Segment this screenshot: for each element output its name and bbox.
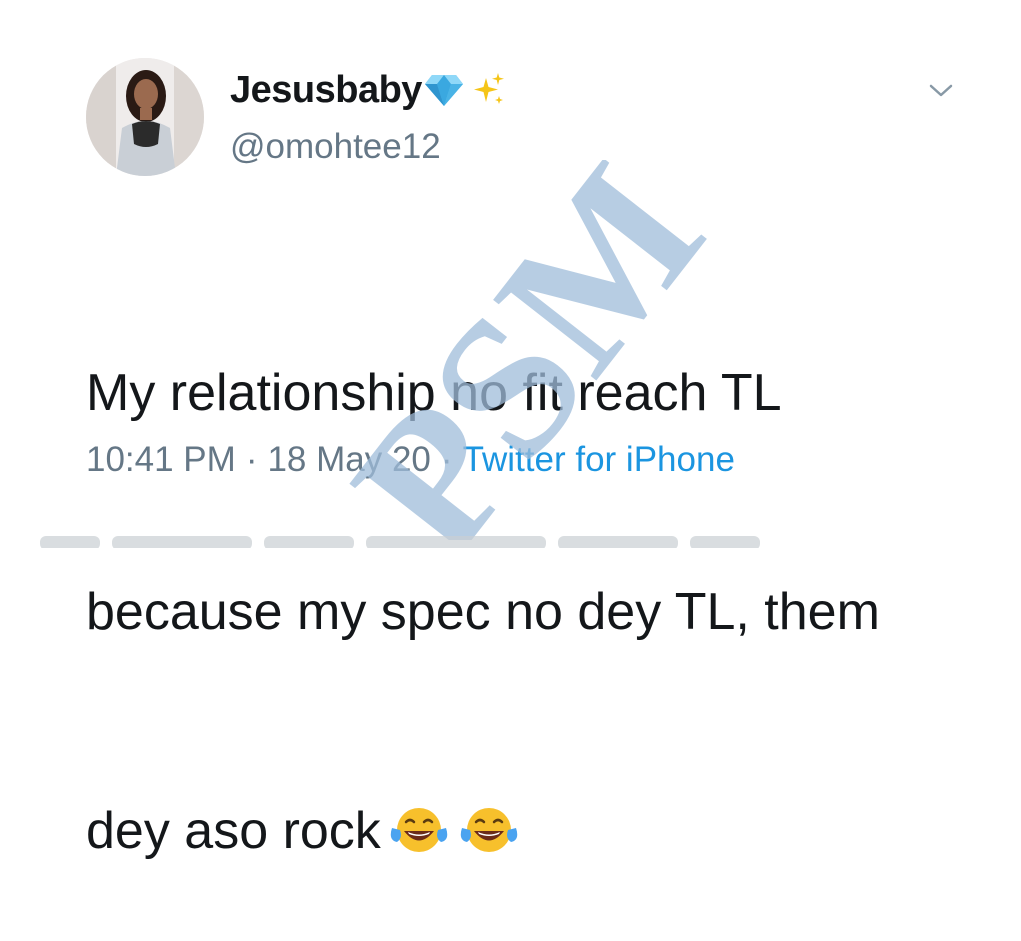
- tweet-meta: 10:41 PM · 18 May 20 · Twitter for iPhon…: [86, 440, 735, 480]
- tweet-text-line: dey aso rock: [86, 795, 986, 868]
- face-with-tears-of-joy-icon: [459, 803, 519, 855]
- meta-separator: ·: [440, 440, 453, 479]
- display-name[interactable]: Jesusbaby: [230, 69, 422, 112]
- tweet-text: My relationship no fit reach TL because …: [86, 211, 986, 941]
- tweet-source-link[interactable]: Twitter for iPhone: [463, 440, 735, 480]
- tweet-text-line: My relationship no fit reach TL: [86, 364, 782, 422]
- sparkles-icon: [472, 72, 506, 108]
- tweet-text-segment: dey aso rock: [86, 802, 381, 860]
- tweet-date[interactable]: 18 May 20: [267, 440, 430, 480]
- avatar[interactable]: [86, 58, 204, 176]
- meta-separator: ·: [245, 440, 258, 479]
- author-handle[interactable]: @omohtee12: [230, 127, 441, 167]
- author-name-row: Jesusbaby: [230, 66, 506, 114]
- face-with-tears-of-joy-icon: [389, 803, 449, 855]
- tweet-text-line: because my spec no dey TL, them: [86, 583, 880, 641]
- gem-stone-icon: [424, 73, 464, 107]
- tweet-time[interactable]: 10:41 PM: [86, 440, 236, 480]
- next-content-cutoff: [40, 526, 940, 548]
- chevron-down-icon[interactable]: [924, 78, 958, 104]
